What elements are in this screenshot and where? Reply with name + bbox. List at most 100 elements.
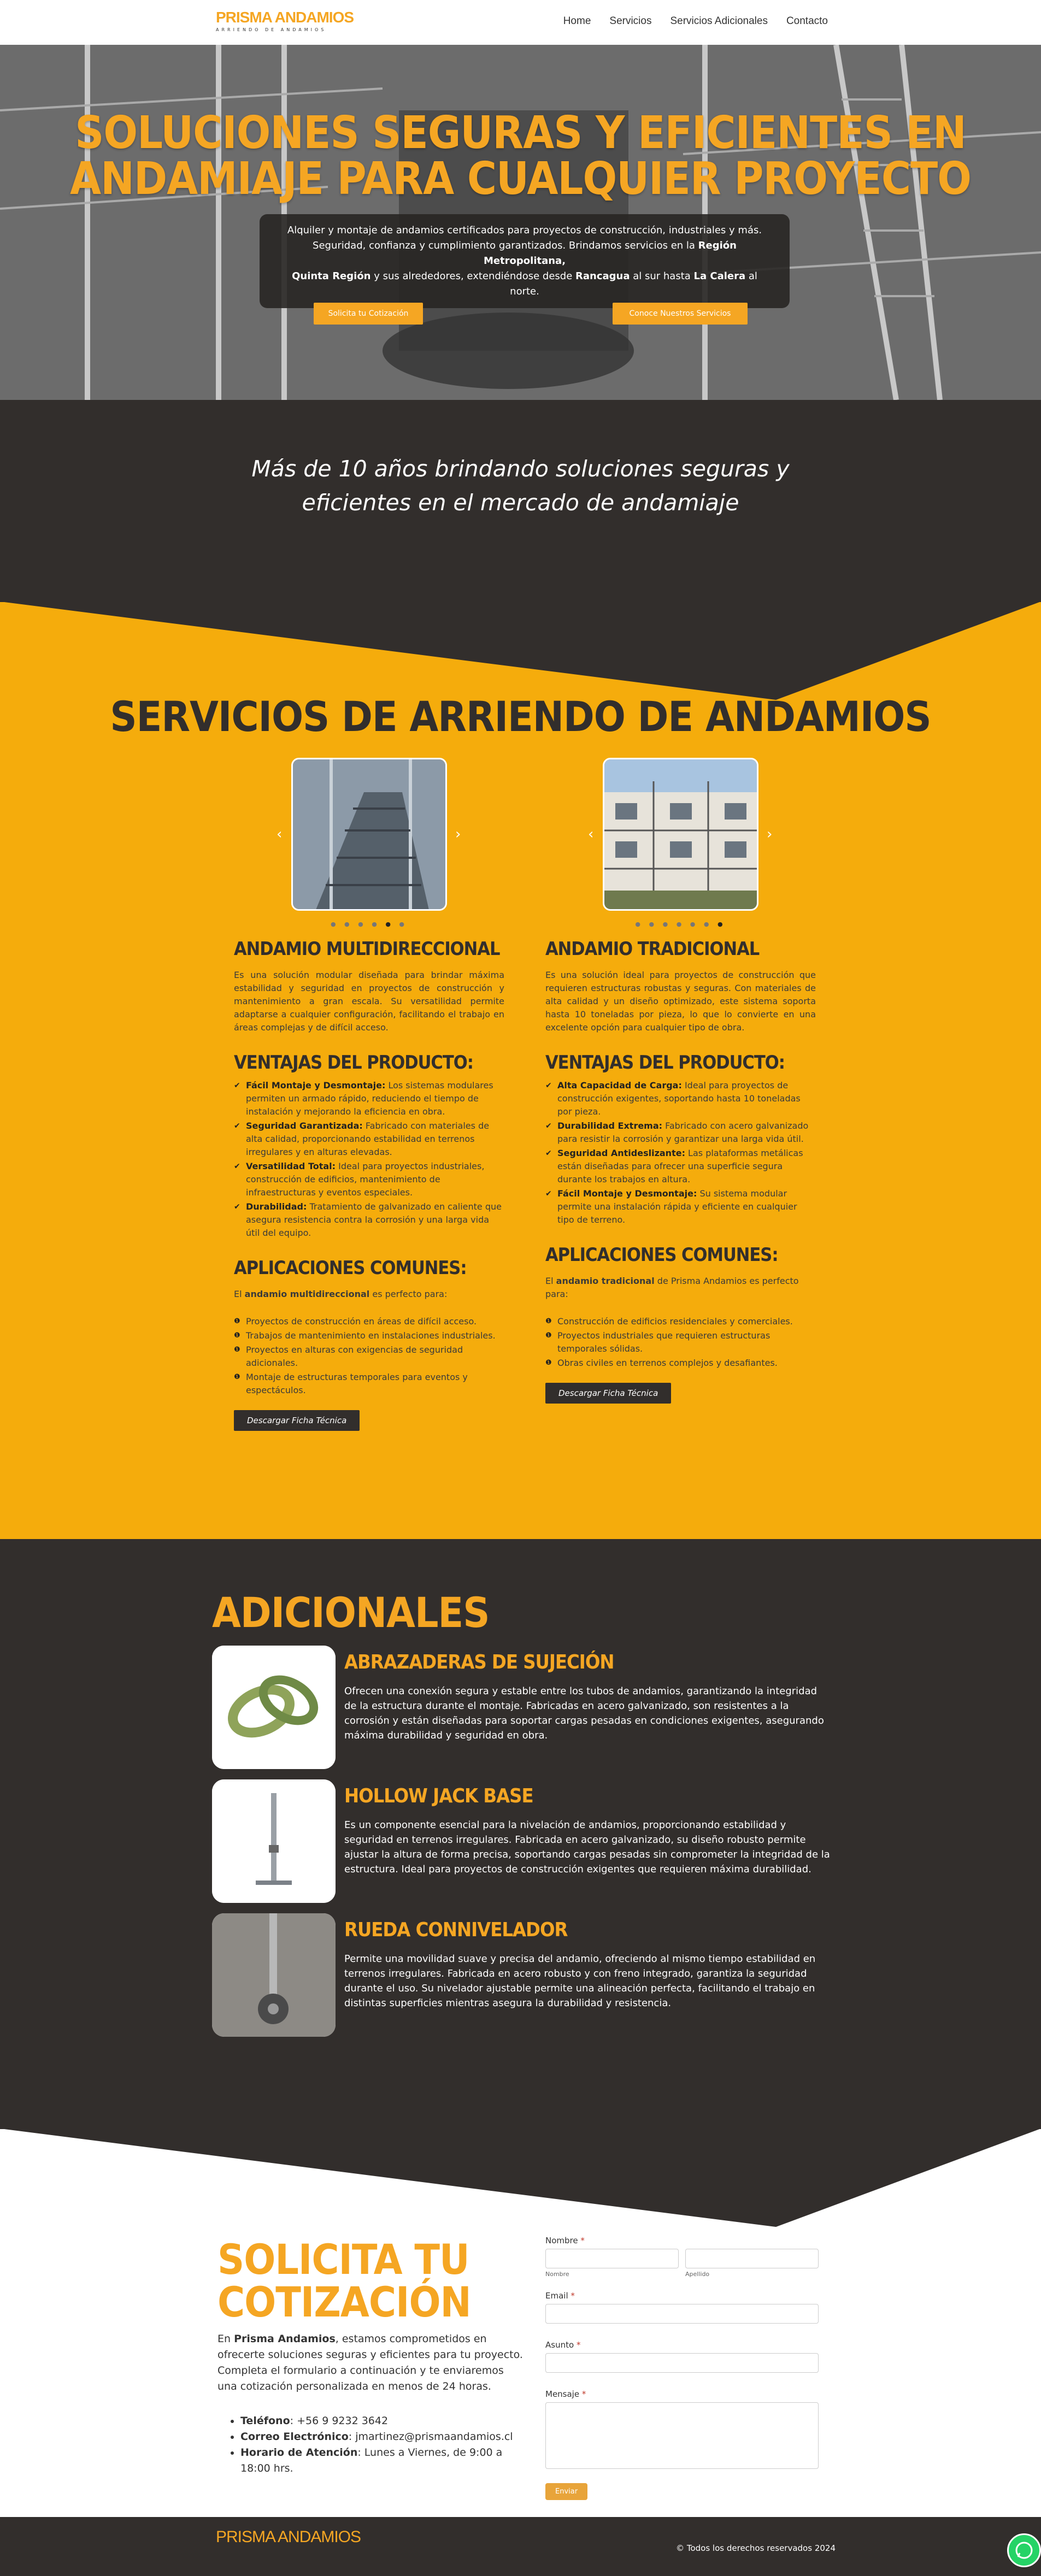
list-item: Seguridad Garantizada: Fabricado con mat… [234, 1119, 504, 1159]
first-name-field[interactable] [545, 2249, 679, 2268]
copyright: © Todos los derechos reservados 2024 [676, 2543, 836, 2553]
quote-title-line-2: COTIZACIÓN [217, 2278, 472, 2326]
list-item: Proyectos en alturas con exigencias de s… [234, 1343, 504, 1370]
product-slider: ‹ › ● ● ● ● ● ● ● [545, 758, 816, 928]
message-label: Mensaje * [545, 2389, 586, 2399]
hero-title: SOLUCIONES SEGURAS Y EFICIENTES EN ANDAM… [0, 110, 1041, 202]
hero-text-bold-3: Rancagua [575, 270, 630, 282]
site-footer: PRISMA ANDAMIOS © Todos los derechos res… [0, 2517, 1041, 2576]
first-name-sublabel: Nombre [545, 2271, 569, 2278]
wheel-image [212, 1913, 336, 2037]
slider-prev-icon[interactable]: ‹ [277, 826, 282, 842]
tagline-line-1: Más de 10 años brindando soluciones segu… [251, 456, 790, 482]
nav-contacto[interactable]: Contacto [786, 15, 828, 27]
slider-next-icon[interactable]: › [767, 826, 772, 842]
logo[interactable]: PRISMA ANDAMIOS ARRIENDO DE ANDAMIOS [216, 9, 354, 32]
advantages-list: Fácil Montaje y Desmontaje: Los sistemas… [234, 1079, 504, 1240]
list-item: Fácil Montaje y Desmontaje: Su sistema m… [545, 1187, 816, 1227]
last-name-sublabel: Apellido [685, 2271, 710, 2278]
additional-title: ADICIONALES [212, 1588, 490, 1637]
applications-intro: El andamio tradicional de Prisma Andamio… [545, 1276, 799, 1299]
experience-band: Más de 10 años brindando soluciones segu… [0, 400, 1041, 602]
download-datasheet-button[interactable]: Descargar Ficha Técnica [545, 1383, 672, 1404]
services-section: SERVICIOS DE ARRIENDO DE ANDAMIOS ‹ › ● … [0, 602, 1041, 1539]
list-item: Alta Capacidad de Carga: Ideal para proy… [545, 1079, 816, 1118]
applications-list: Construcción de edificios residenciales … [545, 1315, 816, 1370]
quote-button[interactable]: Solicita tu Cotización [314, 303, 423, 325]
product-tradicional: ‹ › ● ● ● ● ● ● ● ANDAMIO TRADICIONAL Es… [545, 758, 816, 1404]
item-description: Ofrecen una conexión segura y estable en… [344, 1685, 824, 1741]
hero-text-2: Seguridad, confianza y cumplimiento gara… [313, 240, 698, 251]
hero-description: Alquiler y montaje de andamios certifica… [260, 214, 790, 308]
slider-dots[interactable]: ● ● ● ● ● ● [234, 921, 504, 928]
list-item: Fácil Montaje y Desmontaje: Los sistemas… [234, 1079, 504, 1118]
product-multidireccional: ‹ › ● ● ● ● ● ● ANDAMIO MULTIDIRECCIONAL… [234, 758, 504, 1431]
additional-item-rueda: RUEDA CONNIVELADOR Permite una movilidad… [212, 1913, 832, 2038]
hero-section: SOLUCIONES SEGURAS Y EFICIENTES EN ANDAM… [0, 45, 1041, 400]
quote-description: En Prisma Andamios, estamos comprometido… [217, 2333, 523, 2392]
list-item: Proyectos industriales que requieren est… [545, 1329, 816, 1355]
nav-servicios-adicionales[interactable]: Servicios Adicionales [670, 15, 767, 27]
slider-prev-icon[interactable]: ‹ [588, 826, 593, 842]
list-item: Montaje de estructuras temporales para e… [234, 1371, 504, 1397]
advantages-title: VENTAJAS DEL PRODUCTO: [234, 1052, 474, 1074]
hero-text-4: al sur hasta [630, 270, 694, 282]
services-title: SERVICIOS DE ARRIENDO DE ANDAMIOS [110, 692, 931, 741]
applications-title: APLICACIONES COMUNES: [545, 1244, 779, 1266]
contact-hours: Horario de Atención: Lunes a Viernes, de… [240, 2445, 514, 2477]
footer-logo[interactable]: PRISMA ANDAMIOS [216, 2528, 361, 2546]
contact-phone: Teléfono: +56 9 9232 3642 [240, 2413, 514, 2429]
hero-title-line-1: SOLUCIONES SEGURAS Y EFICIENTES EN [75, 107, 966, 159]
subject-field[interactable] [545, 2353, 819, 2373]
list-item: Construcción de edificios residenciales … [545, 1315, 816, 1328]
item-description: Es un componente esencial para la nivela… [344, 1819, 830, 1875]
list-item: Proyectos de construcción en áreas de di… [234, 1315, 504, 1328]
last-name-field[interactable] [685, 2249, 819, 2268]
product-description: Es una solución ideal para proyectos de … [545, 970, 816, 1033]
additional-item-jack-base: HOLLOW JACK BASE Es un componente esenci… [212, 1779, 832, 1904]
email-field[interactable] [545, 2304, 819, 2324]
additional-services-section: ADICIONALES ABRAZADERAS DE SUJECIÓN Ofre… [0, 1539, 1041, 2129]
site-header: PRISMA ANDAMIOS ARRIENDO DE ANDAMIOS Hom… [0, 0, 1041, 45]
section-divider-shape [0, 2129, 1041, 2227]
logo-subtitle: ARRIENDO DE ANDAMIOS [216, 27, 327, 32]
jack-base-image [212, 1779, 336, 1903]
quote-title: SOLICITA TU COTIZACIÓN [217, 2238, 472, 2326]
hero-text-1: Alquiler y montaje de andamios certifica… [287, 225, 762, 236]
list-item: Versatilidad Total: Ideal para proyectos… [234, 1160, 504, 1199]
item-description: Permite una movilidad suave y precisa de… [344, 1953, 816, 2009]
hero-text-bold-4: La Calera [693, 270, 746, 282]
list-item: Trabajos de mantenimiento en instalacion… [234, 1329, 504, 1342]
applications-title: APLICACIONES COMUNES: [234, 1257, 467, 1279]
product-image [603, 758, 758, 911]
hero-text-bold-2: Quinta Región [292, 270, 371, 282]
subject-label: Asunto * [545, 2340, 581, 2350]
nav-home[interactable]: Home [563, 15, 591, 27]
item-title: RUEDA CONNIVELADOR [344, 1919, 568, 1941]
list-item: Seguridad Antideslizante: Las plataforma… [545, 1147, 816, 1186]
message-field[interactable] [545, 2402, 819, 2469]
nav-servicios[interactable]: Servicios [609, 15, 651, 27]
name-label: Nombre * [545, 2236, 585, 2245]
hero-title-line-2: ANDAMIAJE PARA CUALQUIER PROYECTO [69, 153, 972, 205]
download-datasheet-button[interactable]: Descargar Ficha Técnica [234, 1410, 360, 1431]
tagline-line-2: eficientes en el mercado de andamiaje [302, 490, 739, 516]
advantages-list: Alta Capacidad de Carga: Ideal para proy… [545, 1079, 816, 1227]
services-button[interactable]: Conoce Nuestros Servicios [613, 303, 748, 325]
product-description: Es una solución modular diseñada para br… [234, 970, 504, 1033]
slider-next-icon[interactable]: › [455, 826, 461, 842]
contact-email: Correo Electrónico: jmartinez@prismaanda… [240, 2429, 514, 2445]
list-item: Durabilidad: Tratamiento de galvanizado … [234, 1200, 504, 1240]
whatsapp-icon[interactable] [1007, 2533, 1041, 2567]
slider-dots[interactable]: ● ● ● ● ● ● ● [545, 921, 816, 928]
submit-button[interactable]: Enviar [545, 2483, 588, 2500]
list-item: Obras civiles en terrenos complejos y de… [545, 1357, 816, 1370]
advantages-title: VENTAJAS DEL PRODUCTO: [545, 1052, 785, 1074]
item-title: ABRAZADERAS DE SUJECIÓN [344, 1651, 614, 1673]
quote-form: Nombre * Nombre Apellido Email * Asunto … [545, 2236, 819, 2500]
hero-text-3: y sus alrededores, extendiéndose desde [370, 270, 576, 282]
item-title: HOLLOW JACK BASE [344, 1785, 534, 1807]
applications-intro: El andamio multidireccional es perfecto … [234, 1289, 448, 1299]
email-label: Email * [545, 2291, 575, 2301]
product-slider: ‹ › ● ● ● ● ● ● [234, 758, 504, 928]
